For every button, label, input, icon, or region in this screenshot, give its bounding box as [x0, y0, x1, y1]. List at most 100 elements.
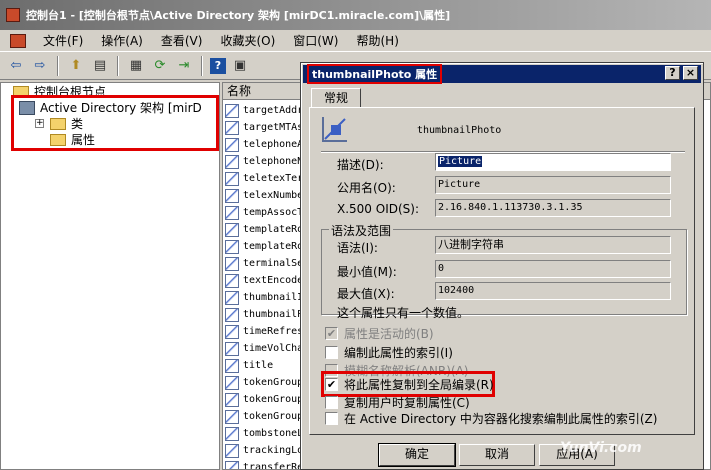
- list-item[interactable]: targetAddr: [225, 102, 303, 119]
- tab-general[interactable]: 常规: [311, 88, 361, 108]
- export-icon[interactable]: ⇥: [174, 56, 194, 76]
- checkbox-replicate-gc[interactable]: ✔: [325, 377, 338, 391]
- refresh-icon[interactable]: ⟳: [150, 56, 170, 76]
- help-button[interactable]: ?: [665, 66, 680, 80]
- menu-action[interactable]: 操作(A): [92, 32, 152, 49]
- toolbar-separator: [117, 55, 119, 76]
- list-item[interactable]: thumbnailP: [225, 306, 303, 323]
- menu-window[interactable]: 窗口(W): [284, 32, 347, 49]
- attribute-icon: [225, 205, 239, 220]
- list-item-label: title: [243, 360, 274, 371]
- list-item-label: telephoneA: [243, 139, 304, 150]
- list-item[interactable]: targetMTAs: [225, 119, 303, 136]
- list-item-label: timeRefres: [243, 326, 304, 337]
- ok-button[interactable]: 确定: [378, 443, 456, 467]
- description-field[interactable]: Picture: [435, 153, 671, 171]
- list-item[interactable]: tempAssocT: [225, 204, 303, 221]
- attribute-icon: [225, 239, 239, 254]
- attribute-icon: [225, 443, 239, 458]
- list-item[interactable]: tombstoneL: [225, 425, 303, 442]
- attribute-icon: [225, 222, 239, 237]
- dialog-title: thumbnailPhoto 属性: [307, 64, 443, 84]
- list-item[interactable]: templateRo: [225, 238, 303, 255]
- attribute-icon: [225, 409, 239, 424]
- list-item[interactable]: telephoneN: [225, 153, 303, 170]
- check-container-index[interactable]: 在 Active Directory 中为容器化搜索编制此属性的索引(Z): [325, 410, 657, 426]
- checkbox-copy-user[interactable]: [325, 395, 338, 409]
- close-button[interactable]: ×: [683, 66, 698, 80]
- list-item-label: telexNumbe: [243, 190, 304, 201]
- menu-view[interactable]: 查看(V): [152, 32, 212, 49]
- description-label: 描述(D):: [337, 158, 384, 172]
- common-name-field: Picture: [435, 176, 671, 194]
- list-item-label: tokenGroup: [243, 377, 304, 388]
- attribute-icon: [225, 392, 239, 407]
- properties-icon[interactable]: ▦: [126, 56, 146, 76]
- tree-classes[interactable]: + 类: [35, 115, 83, 132]
- list-item[interactable]: telephoneA: [225, 136, 303, 153]
- checkbox-container-index[interactable]: [325, 411, 338, 425]
- ad-schema-icon: [19, 100, 35, 115]
- show-tree-icon[interactable]: ▤: [90, 56, 110, 76]
- list-item-label: targetMTAs: [243, 122, 304, 133]
- attribute-icon: [322, 117, 347, 142]
- common-name-label: 公用名(O):: [337, 181, 396, 195]
- list-item-label: tokenGroup: [243, 394, 304, 405]
- forward-icon[interactable]: ⇨: [30, 56, 50, 76]
- list-item[interactable]: transferRe: [225, 459, 304, 470]
- syntax-label: 语法(I):: [337, 241, 378, 255]
- list-item-label: timeVolCha: [243, 343, 304, 354]
- list-item[interactable]: terminalSe: [225, 255, 303, 272]
- list-item-label: tempAssocT: [243, 207, 304, 218]
- window-title: 控制台1 - [控制台根节点\Active Directory 架构 [mirD…: [26, 9, 451, 22]
- list-item[interactable]: teletexTer: [225, 170, 303, 187]
- menu-file[interactable]: 文件(F): [34, 32, 92, 49]
- console-icon[interactable]: ▣: [230, 56, 250, 76]
- min-value-field: 0: [435, 260, 671, 278]
- help-icon[interactable]: ?: [210, 57, 226, 74]
- attribute-icon: [225, 154, 239, 169]
- list-item[interactable]: title: [225, 357, 273, 374]
- list-item[interactable]: timeVolCha: [225, 340, 303, 357]
- menu-favorites[interactable]: 收藏夹(O): [211, 32, 284, 49]
- list-item[interactable]: tokenGroup: [225, 374, 303, 391]
- tree-ad-schema[interactable]: Active Directory 架构 [mirD: [19, 99, 202, 116]
- folder-icon: [50, 133, 66, 146]
- cancel-button[interactable]: 取消: [459, 444, 535, 466]
- watermark: YunVi.com: [560, 440, 642, 456]
- list-item[interactable]: templateRo: [225, 221, 303, 238]
- properties-dialog: thumbnailPhoto 属性 ? × 常规 thumbnailPhoto …: [300, 62, 704, 470]
- attribute-icon: [225, 307, 239, 322]
- console-tree[interactable]: 控制台根节点 Active Directory 架构 [mirD + 类 属性: [0, 82, 220, 470]
- list-item-label: tokenGroup: [243, 411, 304, 422]
- attribute-icon: [225, 188, 239, 203]
- list-item[interactable]: textEncode: [225, 272, 303, 289]
- tree-attributes[interactable]: 属性: [50, 131, 95, 148]
- attribute-icon: [225, 324, 239, 339]
- attribute-icon: [225, 290, 239, 305]
- expand-icon[interactable]: +: [35, 119, 44, 128]
- attribute-icon: [225, 460, 239, 469]
- oid-field: 2.16.840.1.113730.3.1.35: [435, 199, 671, 217]
- check-copy-user[interactable]: 复制用户时复制属性(C): [325, 394, 470, 410]
- check-index-attribute[interactable]: 编制此属性的索引(I): [325, 344, 453, 360]
- attribute-icon: [225, 426, 239, 441]
- menu-bar: 文件(F) 操作(A) 查看(V) 收藏夹(O) 窗口(W) 帮助(H): [0, 30, 711, 52]
- list-item-label: transferRe: [243, 462, 304, 470]
- list-item[interactable]: tokenGroup: [225, 408, 303, 425]
- list-item[interactable]: telexNumbe: [225, 187, 303, 204]
- list-item[interactable]: timeRefres: [225, 323, 303, 340]
- list-item[interactable]: trackingLo: [225, 442, 303, 459]
- list-item-label: thumbnailI: [243, 292, 304, 303]
- back-icon[interactable]: ⇦: [6, 56, 26, 76]
- system-menu-icon[interactable]: [10, 33, 26, 48]
- up-icon[interactable]: ⬆: [66, 56, 86, 76]
- checkbox-index[interactable]: [325, 345, 338, 359]
- list-item-label: terminalSe: [243, 258, 304, 269]
- list-item[interactable]: tokenGroup: [225, 391, 303, 408]
- list-item[interactable]: thumbnailI: [225, 289, 303, 306]
- check-replicate-gc[interactable]: ✔ 将此属性复制到全局编录(R): [325, 376, 494, 392]
- list-item-label: thumbnailP: [243, 309, 304, 320]
- attribute-icon: [225, 120, 239, 135]
- menu-help[interactable]: 帮助(H): [347, 32, 407, 49]
